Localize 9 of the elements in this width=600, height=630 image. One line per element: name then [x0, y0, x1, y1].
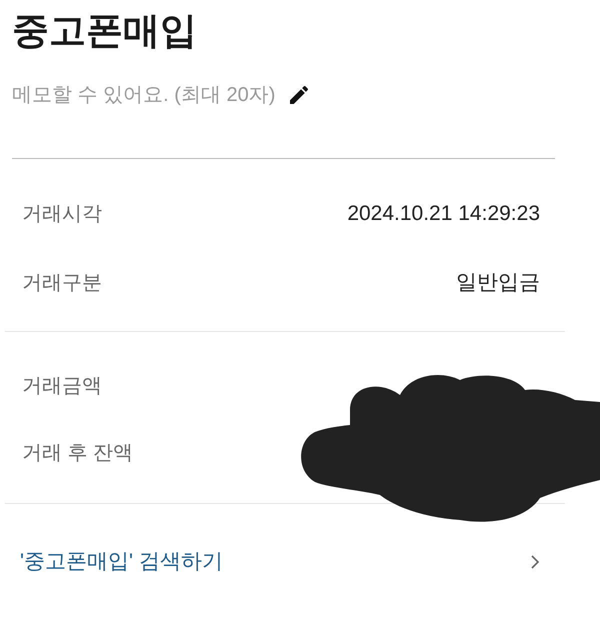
chevron-right-icon: [530, 554, 540, 570]
detail-value: 일반입금: [456, 270, 540, 296]
detail-label: 거래시각: [22, 202, 102, 226]
detail-label: 거래금액: [22, 374, 102, 398]
search-link[interactable]: '중고폰매입' 검색하기: [0, 504, 600, 620]
detail-label: 거래 후 잔액: [22, 440, 134, 466]
page-title: 중고폰매입: [12, 9, 198, 53]
detail-label: 거래구분: [22, 270, 102, 296]
detail-value: 2024.10.21 14:29:23: [347, 200, 540, 227]
